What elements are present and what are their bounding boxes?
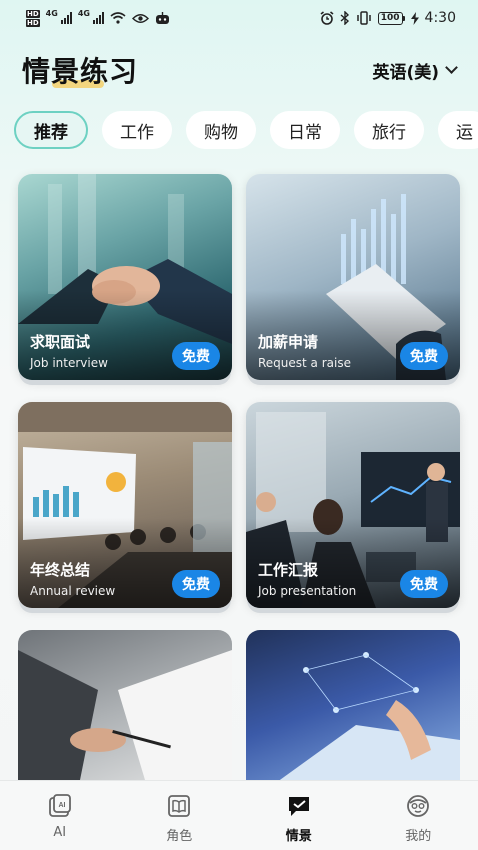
- sim-label-1: HD: [26, 9, 40, 18]
- tab-daily[interactable]: 日常: [270, 111, 340, 149]
- sim-icon: HD HD: [26, 9, 40, 27]
- nav-scenes[interactable]: 情景: [259, 793, 339, 844]
- bluetooth-icon: [340, 11, 349, 25]
- category-tabs: 推荐 工作 购物 日常 旅行 运: [14, 111, 478, 149]
- tab-label: 旅行: [372, 122, 406, 143]
- chevron-down-icon: [445, 61, 458, 74]
- status-bar: HD HD 4G 4G 100 4:30: [0, 0, 478, 36]
- tab-label: 购物: [204, 122, 238, 143]
- profile-icon: [407, 795, 430, 817]
- bottom-nav: AI AI 角色 情景 我的: [0, 780, 478, 850]
- scenario-grid: 求职面试 Job interview 免费 加薪申请 Request a rai…: [18, 174, 462, 790]
- battery-level: 100: [377, 11, 403, 25]
- tab-label: 推荐: [34, 122, 68, 143]
- nav-label: 角色: [166, 829, 193, 844]
- wifi-icon: [110, 12, 126, 24]
- scene-icon: [288, 797, 309, 816]
- scenario-card-job-presentation[interactable]: 工作汇报 Job presentation 免费: [246, 402, 460, 608]
- status-right: 100 4:30: [320, 10, 456, 26]
- keyboard-network-image: [246, 630, 460, 790]
- nav-label: 情景: [285, 829, 312, 844]
- status-left: HD HD 4G 4G: [26, 9, 170, 27]
- scenario-card-keyboard[interactable]: [246, 630, 460, 790]
- card-title: 年终总结: [30, 561, 91, 579]
- header: 情景练习 英语(美): [22, 48, 458, 92]
- scenario-card-annual-review[interactable]: 年终总结 Annual review 免费: [18, 402, 232, 608]
- free-badge: 免费: [172, 570, 220, 598]
- nav-label: AI: [53, 825, 67, 840]
- card-subtitle: Request a raise: [258, 356, 351, 370]
- title-wrap: 情景练习: [22, 50, 138, 90]
- card-subtitle: Job presentation: [258, 584, 357, 598]
- card-subtitle: Job interview: [30, 356, 108, 370]
- nav-label: 我的: [405, 829, 432, 844]
- nav-profile[interactable]: 我的: [378, 793, 458, 844]
- clock: 4:30: [424, 10, 456, 26]
- language-label: 英语(美): [372, 62, 439, 83]
- free-badge: 免费: [400, 570, 448, 598]
- battery-icon: 100: [377, 11, 405, 25]
- book-icon: [168, 795, 191, 817]
- eye-icon: [131, 13, 149, 23]
- scenario-card-job-interview[interactable]: 求职面试 Job interview 免费: [18, 174, 232, 380]
- card-title: 求职面试: [30, 333, 91, 351]
- tab-label: 工作: [120, 122, 154, 143]
- nav-ai[interactable]: AI AI: [20, 793, 100, 840]
- tab-work[interactable]: 工作: [102, 111, 172, 149]
- card-title: 工作汇报: [258, 561, 319, 579]
- svg-text:AI: AI: [58, 802, 65, 809]
- sim-label-2: HD: [26, 18, 40, 27]
- tab-label: 日常: [288, 122, 322, 143]
- network-type-1: 4G: [45, 9, 58, 18]
- charging-icon: [410, 11, 419, 25]
- ai-icon: AI: [48, 794, 71, 817]
- scenario-card-contract[interactable]: [18, 630, 232, 790]
- language-selector[interactable]: 英语(美): [372, 58, 458, 83]
- scenario-card-request-raise[interactable]: 加薪申请 Request a raise 免费: [246, 174, 460, 380]
- free-badge: 免费: [172, 342, 220, 370]
- signal-icon-2: [92, 12, 104, 24]
- network-type-2: 4G: [77, 9, 90, 18]
- tab-recommended[interactable]: 推荐: [14, 111, 88, 149]
- alarm-icon: [320, 11, 334, 25]
- tab-label: 运: [456, 122, 473, 143]
- free-badge: 免费: [400, 342, 448, 370]
- vibrate-icon: [357, 11, 371, 25]
- signal-icon-1: [60, 12, 72, 24]
- contract-signing-image: [18, 630, 232, 790]
- tab-shopping[interactable]: 购物: [186, 111, 256, 149]
- tab-travel[interactable]: 旅行: [354, 111, 424, 149]
- nav-roles[interactable]: 角色: [139, 793, 219, 844]
- robot-icon: [155, 11, 169, 24]
- card-subtitle: Annual review: [30, 584, 116, 598]
- page-title: 情景练习: [22, 55, 139, 88]
- tab-sports[interactable]: 运: [438, 111, 478, 149]
- card-title: 加薪申请: [258, 333, 319, 351]
